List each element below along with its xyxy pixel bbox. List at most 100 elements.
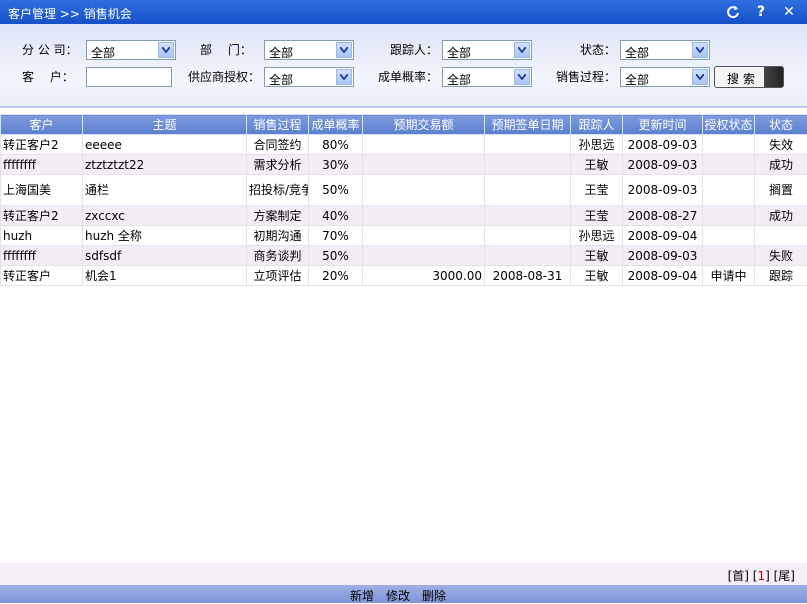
chevron-down-icon[interactable] bbox=[692, 42, 708, 58]
cell-tracker: 孙思远 bbox=[571, 135, 623, 155]
cell-subject[interactable]: ztztztzt22 bbox=[83, 155, 247, 175]
cell-probability: 50% bbox=[309, 175, 363, 206]
cell-updated: 2008-09-04 bbox=[623, 226, 703, 246]
cell-sign-date bbox=[485, 155, 571, 175]
cell-customer[interactable]: 转正客户2 bbox=[1, 135, 83, 155]
column-header[interactable]: 跟踪人 bbox=[571, 115, 623, 135]
table-header-row: 客户 主题 销售过程 成单概率 预期交易额 预期签单日期 跟踪人 更新时间 授权… bbox=[1, 115, 807, 135]
cell-probability: 30% bbox=[309, 155, 363, 175]
add-button[interactable]: 新增 bbox=[350, 587, 374, 604]
table-row[interactable]: 转正客户 机会1 立项评估 20% 3000.00 2008-08-31 王敏 … bbox=[1, 266, 807, 286]
chevron-down-icon[interactable] bbox=[692, 69, 708, 85]
column-header[interactable]: 主题 bbox=[83, 115, 247, 135]
help-icon[interactable]: ? bbox=[753, 2, 769, 22]
cell-customer[interactable]: ffffffff bbox=[1, 155, 83, 175]
title-bar: 客户管理 >> 销售机会 ? ✕ bbox=[0, 0, 807, 24]
cell-sign-date bbox=[485, 175, 571, 206]
tracker-select-value: 全部 bbox=[447, 44, 471, 61]
refresh-icon[interactable] bbox=[725, 2, 741, 22]
cell-tracker: 王莹 bbox=[571, 175, 623, 206]
column-header[interactable]: 客户 bbox=[1, 115, 83, 135]
search-button-label: 搜索 bbox=[727, 70, 759, 87]
cell-auth bbox=[703, 175, 755, 206]
chevron-down-icon[interactable] bbox=[336, 69, 352, 85]
cell-process: 初期沟通 bbox=[247, 226, 309, 246]
chevron-down-icon[interactable] bbox=[336, 42, 352, 58]
last-page-link[interactable]: [尾] bbox=[774, 569, 795, 583]
delete-button[interactable]: 删除 bbox=[422, 587, 446, 604]
status-select[interactable]: 全部 bbox=[620, 40, 710, 60]
column-header[interactable]: 状态 bbox=[755, 115, 807, 135]
dept-select-value: 全部 bbox=[269, 44, 293, 61]
search-button[interactable]: 搜索 bbox=[714, 66, 784, 88]
column-header[interactable]: 预期交易额 bbox=[363, 115, 485, 135]
process-select[interactable]: 全部 bbox=[620, 67, 710, 87]
cell-subject[interactable]: 机会1 bbox=[83, 266, 247, 286]
cell-subject[interactable]: 通栏 bbox=[83, 175, 247, 206]
cell-process: 立项评估 bbox=[247, 266, 309, 286]
cell-sign-date bbox=[485, 246, 571, 266]
cell-amount: 3000.00 bbox=[363, 266, 485, 286]
cell-updated: 2008-09-04 bbox=[623, 266, 703, 286]
dept-select[interactable]: 全部 bbox=[264, 40, 354, 60]
column-header[interactable]: 更新时间 bbox=[623, 115, 703, 135]
column-header[interactable]: 预期签单日期 bbox=[485, 115, 571, 135]
pager-links: [首] [1] [尾] bbox=[728, 567, 795, 584]
cell-updated: 2008-08-27 bbox=[623, 206, 703, 226]
cell-customer[interactable]: huzh bbox=[1, 226, 83, 246]
cell-status: 跟踪 bbox=[755, 266, 807, 286]
first-page-link[interactable]: [首] bbox=[728, 569, 749, 583]
probability-label: 成单概率： bbox=[378, 68, 438, 85]
current-page[interactable]: 1 bbox=[757, 569, 765, 583]
cell-customer[interactable]: 上海国美 bbox=[1, 175, 83, 206]
column-header[interactable]: 成单概率 bbox=[309, 115, 363, 135]
cell-status: 失败 bbox=[755, 246, 807, 266]
cell-process: 方案制定 bbox=[247, 206, 309, 226]
chevron-down-icon[interactable] bbox=[514, 69, 530, 85]
table-row[interactable]: ffffffff sdfsdf 商务谈判 50% 王敏 2008-09-03 失… bbox=[1, 246, 807, 266]
cell-process: 合同签约 bbox=[247, 135, 309, 155]
chevron-down-icon[interactable] bbox=[514, 42, 530, 58]
dept-label: 部 门： bbox=[200, 41, 252, 58]
customer-input[interactable] bbox=[86, 67, 172, 87]
cell-process: 商务谈判 bbox=[247, 246, 309, 266]
cell-auth bbox=[703, 246, 755, 266]
status-label: 状态： bbox=[580, 41, 616, 58]
branch-select[interactable]: 全部 bbox=[86, 40, 176, 60]
cell-customer[interactable]: ffffffff bbox=[1, 246, 83, 266]
branch-select-value: 全部 bbox=[91, 44, 115, 61]
edit-button[interactable]: 修改 bbox=[386, 587, 410, 604]
action-links: 新增 修改 删除 bbox=[350, 587, 446, 604]
cell-subject[interactable]: sdfsdf bbox=[83, 246, 247, 266]
table-row[interactable]: ffffffff ztztztzt22 需求分析 30% 王敏 2008-09-… bbox=[1, 155, 807, 175]
cell-subject[interactable]: huzh 全称 bbox=[83, 226, 247, 246]
cell-status: 失效 bbox=[755, 135, 807, 155]
chevron-down-icon[interactable] bbox=[158, 42, 174, 58]
table-row[interactable]: 上海国美 通栏 招投标/竞争 50% 王莹 2008-09-03 搁置 bbox=[1, 175, 807, 206]
cell-auth bbox=[703, 206, 755, 226]
probability-select[interactable]: 全部 bbox=[442, 67, 532, 87]
cell-sign-date bbox=[485, 206, 571, 226]
close-icon[interactable]: ✕ bbox=[781, 2, 797, 22]
table-row[interactable]: 转正客户2 eeeee 合同签约 80% 孙思远 2008-09-03 失效 bbox=[1, 135, 807, 155]
tracker-select[interactable]: 全部 bbox=[442, 40, 532, 60]
cell-subject[interactable]: zxccxc bbox=[83, 206, 247, 226]
cell-customer[interactable]: 转正客户2 bbox=[1, 206, 83, 226]
cell-probability: 50% bbox=[309, 246, 363, 266]
cell-sign-date bbox=[485, 135, 571, 155]
cell-tracker: 王敏 bbox=[571, 266, 623, 286]
cell-customer[interactable]: 转正客户 bbox=[1, 266, 83, 286]
tracker-label: 跟踪人： bbox=[390, 41, 438, 58]
cell-subject[interactable]: eeeee bbox=[83, 135, 247, 155]
supplier-auth-select[interactable]: 全部 bbox=[264, 67, 354, 87]
supplier-auth-label: 供应商授权： bbox=[188, 68, 260, 85]
cell-tracker: 孙思远 bbox=[571, 226, 623, 246]
branch-label: 分 公 司： bbox=[22, 41, 78, 58]
probability-select-value: 全部 bbox=[447, 71, 471, 88]
column-header[interactable]: 授权状态 bbox=[703, 115, 755, 135]
opportunity-table: 客户 主题 销售过程 成单概率 预期交易额 预期签单日期 跟踪人 更新时间 授权… bbox=[0, 114, 807, 286]
table-row[interactable]: 转正客户2 zxccxc 方案制定 40% 王莹 2008-08-27 成功 bbox=[1, 206, 807, 226]
column-header[interactable]: 销售过程 bbox=[247, 115, 309, 135]
table-row[interactable]: huzh huzh 全称 初期沟通 70% 孙思远 2008-09-04 bbox=[1, 226, 807, 246]
pager: [首] [1] [尾] bbox=[0, 563, 807, 585]
